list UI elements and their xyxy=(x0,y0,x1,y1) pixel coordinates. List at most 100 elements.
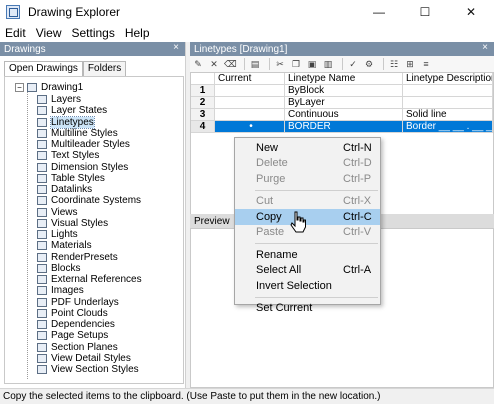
table-row-selected[interactable]: 4 • BORDER Border __ __ . __ __ . __ xyxy=(191,121,493,133)
tree-item-label: Multileader Styles xyxy=(51,139,130,151)
tree-item[interactable]: External References xyxy=(37,274,142,285)
menu-item-select-all[interactable]: Select All Ctrl-A xyxy=(235,263,380,279)
menu-settings[interactable]: Settings xyxy=(66,26,119,40)
tree-item[interactable]: Page Setups xyxy=(37,330,142,341)
maximize-button[interactable]: ☐ xyxy=(402,0,448,24)
tree-item[interactable]: RenderPresets xyxy=(37,252,142,263)
tree-item[interactable]: Materials xyxy=(37,240,142,251)
settings-icon[interactable]: ⚙ xyxy=(363,58,375,70)
linetypes-panel-title: Linetypes [Drawing1] xyxy=(194,43,288,55)
hand-cursor-icon xyxy=(290,211,306,233)
menu-item-invert-selection[interactable]: Invert Selection xyxy=(235,278,380,294)
tree-item-label: View Section Styles xyxy=(51,364,139,376)
tree-item-label: Lights xyxy=(51,229,78,241)
tree-item-label: Page Setups xyxy=(51,330,109,342)
tree-item[interactable]: Coordinate Systems xyxy=(37,195,142,206)
table-row[interactable]: 2 ByLayer xyxy=(191,97,493,109)
tree-item[interactable]: Table Styles xyxy=(37,173,142,184)
menu-item-label: Delete xyxy=(256,157,288,170)
menu-item-new[interactable]: New Ctrl-N xyxy=(235,140,380,156)
tree-item[interactable]: Images xyxy=(37,285,142,296)
collapse-icon[interactable]: − xyxy=(15,83,24,92)
details-view-icon[interactable]: ☷ xyxy=(388,58,400,70)
tree-item[interactable]: Blocks xyxy=(37,263,142,274)
drawings-panel-close-icon[interactable]: × xyxy=(173,42,179,53)
tree-item[interactable]: Section Planes xyxy=(37,342,142,353)
set-current-icon[interactable]: ✓ xyxy=(347,58,359,70)
tree-item[interactable]: Multileader Styles xyxy=(37,139,142,150)
drawings-panel-title: Drawings xyxy=(4,43,46,55)
row-number: 2 xyxy=(191,97,215,109)
row-number: 4 xyxy=(191,121,215,133)
multileader-icon xyxy=(37,140,47,150)
layer-states-icon xyxy=(37,106,47,116)
new-icon[interactable]: ✎ xyxy=(192,58,204,70)
menu-item-paste[interactable]: Paste Ctrl-V xyxy=(235,225,380,241)
paste-icon[interactable]: ▣ xyxy=(306,58,318,70)
tree-item[interactable]: View Section Styles xyxy=(37,364,142,375)
delete-icon[interactable]: ✕ xyxy=(208,58,220,70)
tree-item[interactable]: View Detail Styles xyxy=(37,353,142,364)
menu-separator xyxy=(255,243,378,244)
tree-item-label: Datalinks xyxy=(51,184,93,196)
tree-root-label: Drawing1 xyxy=(41,82,84,93)
purge-icon[interactable]: ⌫ xyxy=(224,58,237,70)
image-icon xyxy=(37,286,47,296)
tree-item[interactable]: Views xyxy=(37,207,142,218)
pdf-icon xyxy=(37,297,47,307)
properties-icon[interactable]: ▥ xyxy=(322,58,334,70)
multiline-icon xyxy=(37,128,47,138)
cut-icon[interactable]: ✂ xyxy=(274,58,286,70)
menu-edit[interactable]: Edit xyxy=(0,26,31,40)
menu-item-set-current[interactable]: Set Current xyxy=(235,301,380,317)
tree-item-label: Coordinate Systems xyxy=(51,195,142,207)
row-current xyxy=(215,85,285,97)
close-button[interactable]: ✕ xyxy=(448,0,494,24)
list-view-icon[interactable]: ≡ xyxy=(420,58,432,70)
tree-item[interactable]: PDF Underlays xyxy=(37,297,142,308)
tree-item[interactable]: Datalinks xyxy=(37,184,142,195)
table-row[interactable]: 3 Continuous Solid line xyxy=(191,109,493,121)
menu-item-shortcut: Ctrl-X xyxy=(343,195,372,208)
menu-item-purge[interactable]: Purge Ctrl-P xyxy=(235,171,380,187)
tree-item-label: Section Planes xyxy=(51,341,118,353)
linetypes-panel-close-icon[interactable]: × xyxy=(482,42,488,53)
menu-item-label: Copy xyxy=(256,210,282,223)
tree-item[interactable]: Dependencies xyxy=(37,319,142,330)
tree-item-label: Dependencies xyxy=(51,319,115,331)
menu-help[interactable]: Help xyxy=(120,26,155,40)
tree-item[interactable]: Layer States xyxy=(37,105,142,116)
row-name: ByBlock xyxy=(285,85,403,97)
tree-root[interactable]: − Drawing1 xyxy=(15,82,83,93)
app-icon xyxy=(6,5,20,19)
load-icon[interactable]: ▤ xyxy=(249,58,261,70)
copy-icon[interactable]: ❐ xyxy=(290,58,302,70)
icons-view-icon[interactable]: ⊞ xyxy=(404,58,416,70)
column-header-description[interactable]: Linetype Description xyxy=(403,73,493,85)
tree-item[interactable]: Text Styles xyxy=(37,150,142,161)
tree-item[interactable]: Linetypes xyxy=(37,115,142,129)
tab-folders[interactable]: Folders xyxy=(82,61,127,77)
menu-item-cut[interactable]: Cut Ctrl-X xyxy=(235,194,380,210)
tree-item[interactable]: Multiline Styles xyxy=(37,128,142,139)
text-style-icon xyxy=(37,151,47,161)
tree-item[interactable]: Lights xyxy=(37,229,142,240)
minimize-button[interactable]: — xyxy=(356,0,402,24)
tree-item[interactable]: Visual Styles xyxy=(37,218,142,229)
column-header-name[interactable]: Linetype Name xyxy=(285,73,403,85)
menu-item-shortcut: Ctrl-D xyxy=(343,157,372,170)
drawing-tree[interactable]: − Drawing1 Layers Layer States Linetypes Mu… xyxy=(4,76,184,384)
drawings-tabs: Open Drawings Folders xyxy=(4,61,127,77)
tree-item-label: Multiline Styles xyxy=(51,127,118,139)
render-icon xyxy=(37,252,47,262)
tree-item[interactable]: Layers xyxy=(37,94,142,105)
menu-item-copy[interactable]: Copy Ctrl-C xyxy=(235,209,380,225)
menu-item-delete[interactable]: Delete Ctrl-D xyxy=(235,156,380,172)
tree-item[interactable]: Point Clouds xyxy=(37,308,142,319)
tree-item[interactable]: Dimension Styles xyxy=(37,162,142,173)
menu-view[interactable]: View xyxy=(31,26,67,40)
table-row[interactable]: 1 ByBlock xyxy=(191,85,493,97)
column-header-current[interactable]: Current xyxy=(215,73,285,85)
tab-open-drawings[interactable]: Open Drawings xyxy=(4,61,83,77)
menu-item-rename[interactable]: Rename xyxy=(235,247,380,263)
